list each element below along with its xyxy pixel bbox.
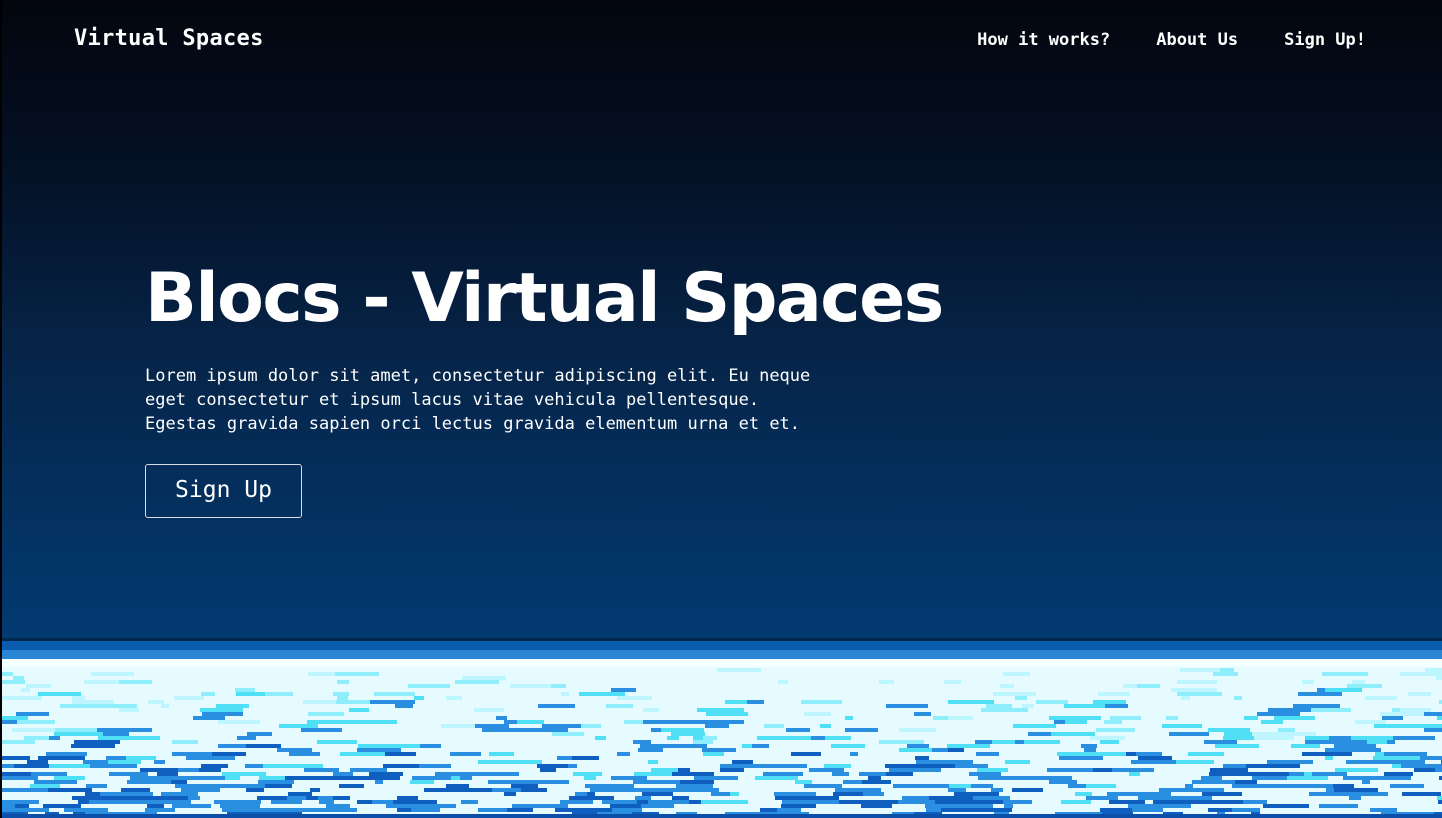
page: Virtual Spaces How it works? About Us Si… <box>0 0 1442 818</box>
sign-up-button[interactable]: Sign Up <box>145 464 302 518</box>
nav-link-sign-up[interactable]: Sign Up! <box>1284 30 1366 50</box>
pixel-sea-image <box>2 638 1442 818</box>
nav-link-about-us[interactable]: About Us <box>1156 30 1238 50</box>
hero-description: Lorem ipsum dolor sit amet, consectetur … <box>145 366 811 434</box>
pixel-sea-graphic <box>2 638 1442 818</box>
brand-logo-link[interactable]: Virtual Spaces <box>74 26 264 51</box>
nav-links: How it works? About Us Sign Up! <box>977 30 1366 50</box>
nav-link-how-it-works[interactable]: How it works? <box>977 30 1110 50</box>
hero-content: Blocs - Virtual Spaces Lorem ipsum dolor… <box>145 258 1045 518</box>
hero-title: Blocs - Virtual Spaces <box>145 259 944 338</box>
navbar: Virtual Spaces How it works? About Us Si… <box>2 0 1442 80</box>
hero-section: Virtual Spaces How it works? About Us Si… <box>2 0 1442 640</box>
